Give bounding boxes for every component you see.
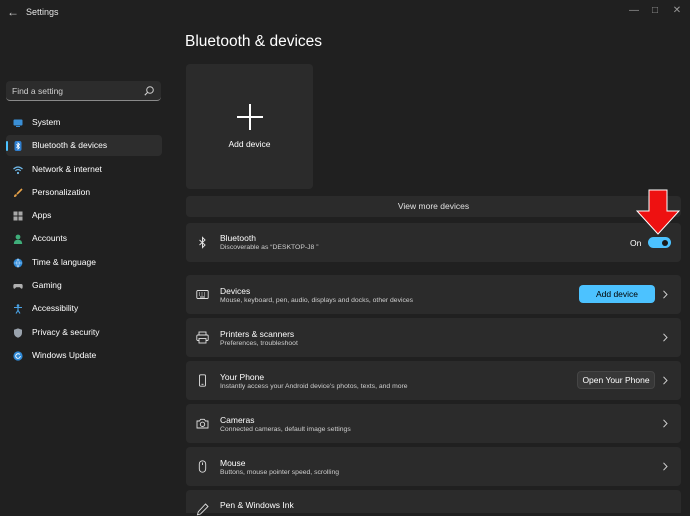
printers-title: Printers & scanners bbox=[220, 329, 295, 339]
sidebar-item-gaming[interactable]: Gaming bbox=[6, 275, 162, 296]
devices-subtitle: Mouse, keyboard, pen, audio, displays an… bbox=[220, 297, 414, 304]
sidebar-item-personalization[interactable]: Personalization bbox=[6, 182, 162, 203]
sidebar-item-label: Bluetooth & devices bbox=[32, 140, 108, 151]
bluetooth-icon bbox=[199, 236, 206, 249]
sidebar-item-privacy-security[interactable]: Privacy & security bbox=[6, 322, 162, 343]
sidebar-item-label: Gaming bbox=[32, 280, 62, 291]
accessibility-icon bbox=[14, 304, 22, 315]
cameras-title: Cameras bbox=[220, 415, 255, 425]
minimize-icon[interactable]: — bbox=[626, 4, 642, 18]
chevron-right-icon bbox=[663, 333, 668, 342]
sidebar-item-system[interactable]: System bbox=[6, 112, 162, 133]
bluetooth-icon bbox=[14, 141, 22, 152]
chevron-right-icon bbox=[663, 419, 668, 428]
sidebar-item-label: Accessibility bbox=[32, 303, 79, 314]
your-phone-title: Your Phone bbox=[220, 372, 265, 382]
person-icon bbox=[13, 235, 23, 245]
plus-icon bbox=[237, 104, 263, 130]
pen-windows-ink-row[interactable]: Pen & Windows Ink bbox=[186, 490, 681, 516]
sidebar-item-label: System bbox=[32, 117, 61, 127]
pen-windows-ink-title: Pen & Windows Ink bbox=[220, 500, 294, 510]
devices-title: Devices bbox=[220, 286, 251, 296]
sidebar-item-label: Apps bbox=[32, 210, 52, 221]
search-icon[interactable] bbox=[143, 85, 155, 97]
view-more-devices-button[interactable]: View more devices bbox=[186, 196, 681, 217]
your-phone-row[interactable]: Your Phone Instantly access your Android… bbox=[186, 361, 681, 400]
mouse-icon bbox=[198, 460, 207, 473]
toggle-knob bbox=[662, 239, 668, 246]
red-arrow-annotation-icon bbox=[636, 189, 680, 235]
sidebar-item-bluetooth-devices[interactable]: Bluetooth & devices bbox=[6, 135, 162, 157]
maximize-icon[interactable]: □ bbox=[647, 4, 663, 18]
bluetooth-state-label: On bbox=[630, 238, 642, 248]
search-box[interactable] bbox=[6, 81, 161, 101]
sidebar-item-time-language[interactable]: Time & language bbox=[6, 252, 162, 273]
mouse-subtitle: Buttons, mouse pointer speed, scrolling bbox=[220, 469, 340, 476]
open-your-phone-button[interactable]: Open Your Phone bbox=[577, 371, 655, 389]
search-input[interactable] bbox=[12, 84, 140, 97]
your-phone-subtitle: Instantly access your Android device's p… bbox=[220, 383, 408, 390]
apps-icon bbox=[13, 211, 23, 221]
phone-icon bbox=[199, 374, 206, 387]
add-device-button[interactable]: Add device bbox=[579, 285, 655, 303]
printers-scanners-row[interactable]: Printers & scanners Preferences, trouble… bbox=[186, 318, 681, 357]
sidebar-item-windows-update[interactable]: Windows Update bbox=[6, 345, 162, 366]
keyboard-icon bbox=[196, 290, 209, 299]
printer-icon bbox=[196, 331, 209, 344]
sidebar-item-label: Time & language bbox=[32, 256, 96, 267]
mouse-row[interactable]: Mouse Buttons, mouse pointer speed, scro… bbox=[186, 447, 681, 486]
page-title: Bluetooth & devices bbox=[185, 33, 323, 50]
sidebar-item-label: Accounts bbox=[32, 233, 67, 244]
controller-icon bbox=[13, 284, 23, 289]
sidebar-item-label: Privacy & security bbox=[32, 326, 100, 337]
devices-row[interactable]: Devices Mouse, keyboard, pen, audio, dis… bbox=[186, 275, 681, 314]
sidebar-item-apps[interactable]: Apps bbox=[6, 205, 162, 226]
sidebar-item-accessibility[interactable]: Accessibility bbox=[6, 298, 162, 319]
add-device-tile[interactable]: Add device bbox=[186, 64, 313, 189]
wifi-icon bbox=[13, 165, 23, 174]
sidebar-item-accounts[interactable]: Accounts bbox=[6, 228, 162, 249]
pen-icon bbox=[196, 503, 209, 516]
back-arrow-icon[interactable]: ← bbox=[4, 4, 22, 20]
sidebar-nav: System Bluetooth & devices Network & int… bbox=[6, 112, 162, 368]
camera-icon bbox=[196, 418, 209, 429]
cameras-row[interactable]: Cameras Connected cameras, default image… bbox=[186, 404, 681, 443]
sidebar-item-network[interactable]: Network & internet bbox=[6, 159, 162, 180]
chevron-right-icon bbox=[663, 290, 668, 299]
chevron-right-icon bbox=[663, 376, 668, 385]
globe-icon bbox=[13, 258, 23, 268]
bluetooth-title: Bluetooth bbox=[220, 233, 256, 243]
sidebar-item-label: Network & internet bbox=[32, 163, 102, 174]
shield-icon bbox=[14, 328, 22, 338]
cameras-subtitle: Connected cameras, default image setting… bbox=[220, 426, 351, 433]
bluetooth-toggle[interactable] bbox=[648, 237, 671, 248]
bluetooth-card: Bluetooth Discoverable as “DESKTOP-J8 ” … bbox=[186, 223, 681, 262]
chevron-right-icon bbox=[663, 462, 668, 471]
system-icon bbox=[13, 119, 23, 127]
title-bar: ← Settings — □ ✕ bbox=[0, 0, 690, 26]
update-icon bbox=[13, 351, 23, 361]
window-title: Settings bbox=[26, 7, 59, 17]
sidebar-item-label: Personalization bbox=[32, 186, 91, 197]
printers-subtitle: Preferences, troubleshoot bbox=[220, 340, 298, 347]
bluetooth-subtitle: Discoverable as “DESKTOP-J8 ” bbox=[220, 244, 319, 251]
close-icon[interactable]: ✕ bbox=[669, 4, 685, 18]
brush-icon bbox=[14, 188, 23, 197]
mouse-title: Mouse bbox=[220, 458, 246, 468]
sidebar-item-label: Windows Update bbox=[32, 349, 97, 360]
add-device-tile-label: Add device bbox=[228, 139, 271, 149]
